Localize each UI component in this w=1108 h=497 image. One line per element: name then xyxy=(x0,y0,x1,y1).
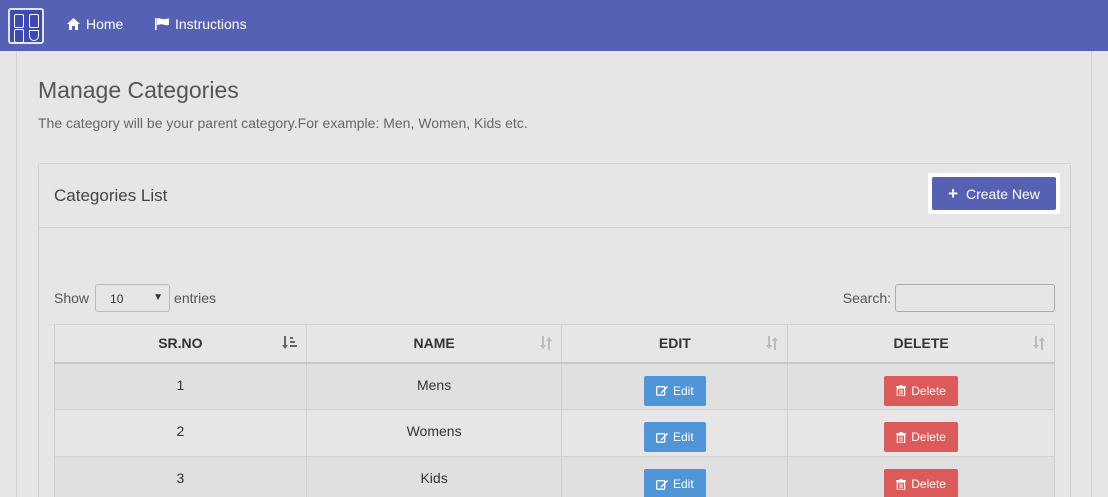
page-title: Manage Categories xyxy=(38,77,239,103)
create-button-wrapper: + Create New xyxy=(928,173,1060,214)
column-header-delete[interactable]: DELETE xyxy=(787,324,1055,364)
cell-delete: Delete xyxy=(787,362,1055,410)
flag-icon xyxy=(155,18,169,30)
nav-instructions[interactable]: Instructions xyxy=(155,16,247,32)
column-header-label: EDIT xyxy=(658,335,691,352)
entries-select-value: 10 xyxy=(110,292,124,306)
plus-icon: + xyxy=(948,184,958,203)
panel-title: Categories List xyxy=(54,186,168,205)
nav-home[interactable]: Home xyxy=(67,16,123,32)
cell-edit: Edit xyxy=(561,362,789,410)
create-new-label: Create New xyxy=(966,185,1040,202)
edit-button[interactable]: Edit xyxy=(643,422,706,452)
cell-edit: Edit xyxy=(561,456,789,497)
column-header-label: NAME xyxy=(413,335,455,352)
column-header-srno[interactable]: SR.NO xyxy=(54,324,307,364)
cell-srno: 3 xyxy=(54,456,307,497)
column-header-label: DELETE xyxy=(893,335,949,352)
categories-table: SR.NO NAME EDIT DELETE 1 Mens Edit Delet… xyxy=(54,324,1055,497)
edit-icon xyxy=(656,432,668,443)
cell-edit: Edit xyxy=(561,409,789,457)
main-content: Manage Categories The category will be y… xyxy=(16,51,1092,497)
cell-delete: Delete xyxy=(787,456,1055,497)
panel-header: Categories List + Create New xyxy=(39,164,1070,228)
page-description: The category will be your parent categor… xyxy=(38,115,528,131)
delete-label: Delete xyxy=(911,383,946,398)
cell-name: Kids xyxy=(305,456,563,497)
delete-button[interactable]: Delete xyxy=(884,375,959,406)
show-label: Show xyxy=(54,290,90,306)
table-header-row: SR.NO NAME EDIT DELETE xyxy=(54,324,1055,364)
nav-home-label: Home xyxy=(86,16,124,32)
cell-name: Mens xyxy=(305,362,563,410)
delete-label: Delete xyxy=(911,430,946,444)
column-header-label: SR.NO xyxy=(158,335,203,352)
search-label: Search: xyxy=(842,290,891,306)
edit-icon xyxy=(656,386,668,396)
column-header-edit[interactable]: EDIT xyxy=(561,324,789,364)
chevron-down-icon: ▼ xyxy=(153,292,164,303)
create-new-button[interactable]: + Create New xyxy=(932,177,1056,210)
entries-select[interactable]: 10 ▼ xyxy=(95,284,171,312)
entries-control: Show 10 ▼ entries xyxy=(54,284,216,312)
column-header-name[interactable]: NAME xyxy=(305,324,563,364)
sort-amount-down-icon xyxy=(281,336,297,349)
sort-icon xyxy=(1033,336,1045,350)
trash-icon xyxy=(896,431,907,443)
search-input[interactable] xyxy=(895,284,1055,312)
edit-label: Edit xyxy=(673,477,694,491)
edit-icon xyxy=(656,479,668,490)
cell-srno: 1 xyxy=(54,362,307,410)
edit-label: Edit xyxy=(673,430,694,444)
table-row: 1 Mens Edit Delete xyxy=(54,362,1055,410)
edit-button[interactable]: Edit xyxy=(643,469,706,497)
table-row: 2 Womens Edit Delete xyxy=(54,409,1055,457)
cell-name: Womens xyxy=(305,409,563,457)
delete-label: Delete xyxy=(911,477,946,491)
edit-button[interactable]: Edit xyxy=(643,375,706,406)
delete-button[interactable]: Delete xyxy=(884,422,959,452)
sort-icon xyxy=(540,336,553,350)
app-logo-icon[interactable] xyxy=(8,8,44,44)
table-row: 3 Kids Edit Delete xyxy=(54,456,1055,497)
categories-panel: Categories List + Create New Show 10 ▼ e… xyxy=(38,163,1071,497)
trash-icon xyxy=(896,385,907,396)
entries-label: entries xyxy=(174,290,217,306)
edit-label: Edit xyxy=(673,383,694,398)
sort-icon xyxy=(766,336,779,350)
cell-delete: Delete xyxy=(787,409,1055,457)
top-navbar: Home Instructions xyxy=(0,0,1108,51)
cell-srno: 2 xyxy=(54,409,307,457)
search-control: Search: xyxy=(843,284,1055,312)
home-icon xyxy=(67,18,80,30)
delete-button[interactable]: Delete xyxy=(884,469,959,497)
nav-instructions-label: Instructions xyxy=(175,16,247,32)
trash-icon xyxy=(896,478,907,490)
